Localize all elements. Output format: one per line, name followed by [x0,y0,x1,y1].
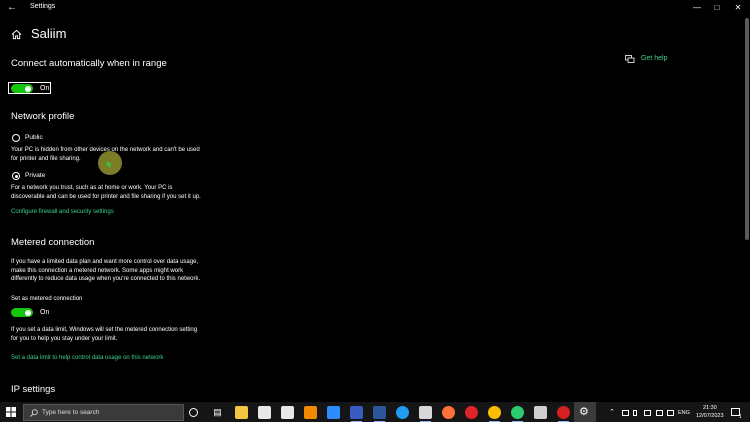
minimize-icon[interactable]: — [690,2,704,14]
chrome-icon[interactable] [488,406,501,422]
toggle-state-label: On [40,85,50,92]
store-icon[interactable] [258,406,271,419]
get-help-link[interactable]: Get help [641,55,667,62]
calculator-icon[interactable] [534,406,547,419]
outlook-icon[interactable] [350,406,363,422]
metered-connection-heading: Metered connection [11,237,95,248]
window-title: Settings [30,3,56,10]
set-data-limit-link[interactable]: Set a data limit to help control data us… [11,355,163,361]
file-explorer-icon[interactable] [235,406,248,419]
taskbar: Type here to search ▤ ⚙ ⌃ ENG 21:30 12/0… [0,402,750,422]
cortana-icon[interactable] [189,408,198,417]
public-radio[interactable] [12,134,20,142]
clock-time[interactable]: 21:30 [703,405,717,411]
private-radio[interactable] [12,172,20,180]
edge-dev-icon[interactable] [511,406,524,422]
private-description-line: For a network you trust, such as at home… [11,185,173,191]
metered-description-line: If you have a limited data plan and want… [11,259,199,265]
language-indicator[interactable]: ENG [678,410,690,416]
metered-connection-toggle[interactable]: On [11,308,49,317]
scrollbar[interactable] [745,18,749,240]
chat-bubble-icon [625,55,635,63]
metered-toggle-label: Set as metered connection [11,296,83,302]
vlc-icon[interactable] [304,406,317,419]
public-radio-label[interactable]: Public [25,134,43,141]
data-limit-description: If you set a data limit, Windows will se… [11,326,197,343]
metered-description-line: make this connection a metered network. … [11,267,184,274]
edge-icon[interactable] [396,406,409,419]
private-description: For a network you trust, such as at home… [11,184,201,201]
connect-automatically-toggle[interactable]: On [11,84,49,93]
metered-description: If you have a limited data plan and want… [11,258,200,284]
opera-icon[interactable] [465,406,478,419]
volume-icon[interactable] [667,410,674,416]
back-arrow-icon[interactable]: ← [6,2,18,14]
toggle-switch[interactable] [11,308,33,317]
windows-start-icon[interactable] [6,407,16,417]
notification-count: 1 [739,414,742,420]
microphone-icon[interactable] [633,410,637,416]
display-icon[interactable] [644,410,651,416]
network-profile-heading: Network profile [11,111,75,122]
data-limit-description-line: for you to help you stay under your limi… [11,335,118,342]
home-icon[interactable] [11,29,22,40]
toggle-switch[interactable] [11,84,33,93]
page-title: Saliim [31,26,67,41]
network-icon[interactable] [622,410,629,416]
snip-tool-icon[interactable] [419,406,432,422]
search-icon [30,409,38,417]
close-icon[interactable]: ✕ [731,2,745,14]
title-bar: ← Settings — □ ✕ [0,0,750,16]
metered-description-line: differently to reduce data usage when yo… [11,276,201,282]
task-view-icon[interactable]: ▤ [211,406,224,419]
private-description-line: discoverable and can be used for printer… [11,193,201,200]
wifi-icon[interactable] [656,410,663,416]
tray-chevron-icon[interactable]: ⌃ [609,408,615,416]
clock-date[interactable]: 12/07/2023 [696,413,724,419]
search-placeholder: Type here to search [42,409,100,416]
ip-settings-heading: IP settings [11,384,56,395]
mail-icon[interactable] [281,406,294,419]
zoom-icon[interactable] [327,406,340,419]
data-limit-description-line: If you set a data limit, Windows will se… [11,327,198,333]
settings-taskbar-button[interactable]: ⚙ [574,402,596,422]
firefox-icon[interactable] [442,406,455,419]
configure-firewall-link[interactable]: Configure firewall and security settings [11,209,114,215]
recorder-icon[interactable] [557,406,570,422]
settings-gear-icon: ⚙ [579,406,589,418]
mouse-cursor-icon [107,161,112,168]
taskbar-search-box[interactable]: Type here to search [23,404,184,421]
connect-automatically-heading: Connect automatically when in range [11,58,167,69]
private-radio-label[interactable]: Private [25,172,45,179]
maximize-icon[interactable]: □ [710,2,724,14]
word-icon[interactable] [373,406,386,422]
toggle-state-label: On [40,309,50,316]
